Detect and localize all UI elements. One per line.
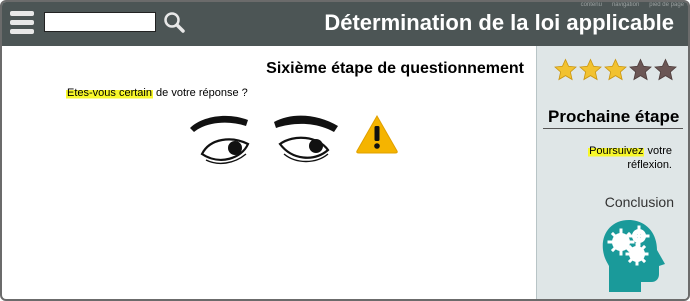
divider [543,128,683,129]
search-icon[interactable] [163,11,185,33]
question-highlight: Etes-vous certain [66,87,153,99]
main-content: Sixième étape de questionnement Etes-vou… [2,46,536,299]
next-step-text: Poursuivez votre réflexion. [562,144,672,172]
star-filled-icon [604,58,627,81]
star-empty-icon [654,58,677,81]
star-rating [553,58,678,82]
continue-link[interactable]: Poursuivez [588,145,645,157]
star-filled-icon [554,58,577,81]
star-empty-icon [629,58,652,81]
question-rest: de votre réponse ? [152,87,248,99]
skip-link-content[interactable]: contenu [581,2,602,8]
star-filled-icon [579,58,602,81]
eyes-illustration [190,115,338,165]
sidebar: Prochaine étape Poursuivez votre réflexi… [536,46,688,299]
warning-icon [356,114,398,154]
header-bar: contenu navigation pied de page Détermin… [2,2,688,46]
next-step-rest-1: votre [644,145,672,157]
conclusion-link[interactable]: Conclusion [605,194,674,210]
step-title: Sixième étape de questionnement [266,60,524,77]
head-gears-icon[interactable] [599,218,667,294]
app-frame: contenu navigation pied de page Détermin… [0,0,690,301]
search-input[interactable] [44,12,156,32]
skip-links: contenu navigation pied de page [581,2,684,8]
question-text: Etes-vous certain de votre réponse ? [66,87,248,99]
menu-icon[interactable] [10,11,34,35]
next-step-rest-2: réflexion. [627,159,672,171]
next-step-heading: Prochaine étape [548,107,680,126]
page-title: Détermination de la loi applicable [324,10,674,35]
skip-link-navigation[interactable]: navigation [612,2,639,8]
skip-link-footer[interactable]: pied de page [649,2,684,8]
